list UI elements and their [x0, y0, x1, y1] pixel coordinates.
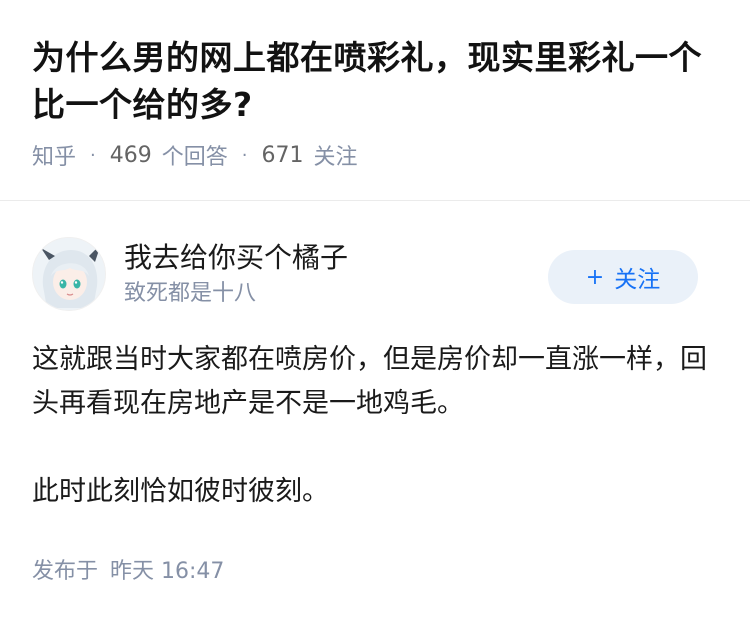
meta-separator: · [90, 144, 96, 166]
question-meta: 知乎 · 469 个回答 · 671 关注 [32, 139, 718, 171]
answer-paragraph: 此时此刻恰如彼时彼刻。 [32, 476, 329, 507]
publish-time-value: 昨天 16:47 [110, 559, 225, 584]
meta-separator: · [241, 144, 248, 166]
plus-icon: + [585, 264, 605, 290]
answer-count-label[interactable]: 个回答 [162, 139, 228, 171]
author-info: 我去给你买个橘子 致死都是十八 [124, 240, 548, 309]
follow-count-label[interactable]: 关注 [314, 139, 358, 171]
follow-count: 671 [261, 142, 304, 168]
follow-button-label: 关注 [614, 267, 661, 293]
answer-count: 469 [109, 142, 152, 168]
publish-time: 发布于 昨天 16:47 [32, 553, 224, 585]
avatar[interactable] [32, 237, 106, 311]
author-row: 我去给你买个橘子 致死都是十八 + 关注 [32, 236, 698, 312]
answer-page: 为什么男的网上都在喷彩礼，现实里彩礼一个比一个给的多? 知乎 · 469 个回答… [0, 0, 750, 622]
source-label[interactable]: 知乎 [32, 139, 76, 171]
question-title[interactable]: 为什么男的网上都在喷彩礼，现实里彩礼一个比一个给的多? [32, 34, 718, 128]
answer-paragraph: 这就跟当时大家都在喷房价，但是房价却一直涨一样，回头再看现在房地产是不是一地鸡毛… [32, 344, 707, 419]
author-name[interactable]: 我去给你买个橘子 [124, 240, 548, 276]
avatar-anime-girl-icon [33, 238, 105, 310]
divider [0, 200, 750, 201]
follow-button[interactable]: + 关注 [548, 250, 698, 304]
author-bio: 致死都是十八 [124, 280, 257, 306]
publish-label: 发布于 [32, 559, 99, 584]
question-header: 为什么男的网上都在喷彩礼，现实里彩礼一个比一个给的多? 知乎 · 469 个回答… [0, 0, 750, 170]
answer-body[interactable]: 这就跟当时大家都在喷房价，但是房价却一直涨一样，回头再看现在房地产是不是一地鸡毛… [32, 338, 710, 514]
